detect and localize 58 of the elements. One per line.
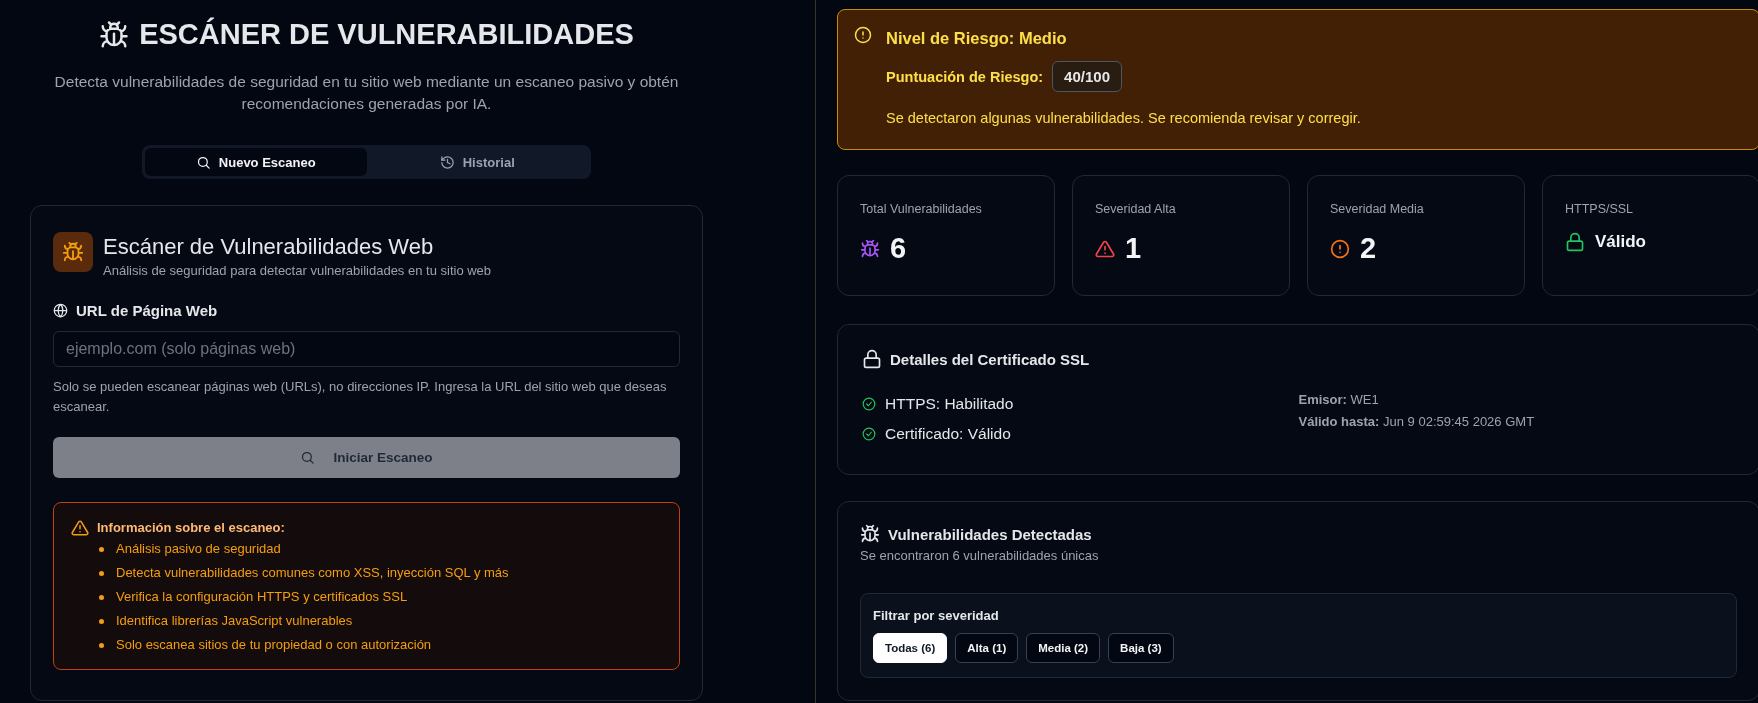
score-label: Puntuación de Riesgo:: [886, 68, 1044, 85]
info-title: Información sobre el escaneo:: [97, 519, 286, 537]
tab[interactable]: Historial: [366, 148, 588, 176]
bullet-icon: [99, 570, 104, 576]
bullet-icon: [99, 546, 104, 552]
filter-title: Filtrar por severidad: [873, 608, 1000, 623]
bullet-icon: [99, 642, 104, 648]
warning-icon: [1095, 238, 1115, 259]
globe-icon: [53, 303, 68, 318]
bug-icon: [860, 238, 880, 259]
check-label: Certificado: Válido: [885, 424, 1011, 444]
card-subtitle: Análisis de seguridad para detectar vulnerabilidades en tu sitio web: [103, 263, 492, 278]
section-subtitle: Se encontraron 6 vulnerabilidades únicas: [860, 548, 1100, 563]
stat-label: HTTPS/SSL: [1565, 202, 1635, 216]
stat-value: 2: [1360, 232, 1377, 265]
search-icon: [300, 450, 316, 465]
filter-chip[interactable]: Baja (3): [1108, 633, 1174, 663]
section-title: Vulnerabilidades Detectadas: [888, 525, 1092, 543]
stat-label: Severidad Alta: [1095, 202, 1177, 216]
card-title: Escáner de Vulnerabilidades Web: [103, 234, 435, 260]
stat-label: Total Vulnerabilidades: [860, 202, 983, 216]
field-label: URL de Página Web: [76, 302, 218, 319]
check-label: HTTPS: Habilitado: [885, 394, 1014, 414]
help-text: Solo se pueden escanear páginas web (URLs), no direcciones IP. Ingresa la URL del sitio web que deseas escanear.: [53, 378, 668, 416]
detail-text: Emisor: WE1: [1298, 391, 1380, 409]
url-input-field[interactable]: ejemplo.com (solo páginas web): [53, 331, 680, 367]
bullet-icon: [99, 618, 104, 624]
detail-text: Válido hasta: Jun 9 02:59:45 2026 GMT: [1298, 413, 1536, 431]
bullet-icon: [99, 594, 104, 600]
tab[interactable]: Nuevo Escaneo: [145, 148, 367, 176]
search-icon: [195, 154, 211, 170]
filter-chip[interactable]: Todas (6): [873, 633, 948, 663]
risk-message: Se detectaron algunas vulnerabilidades. Se recomienda revisar y corregir.: [886, 110, 1361, 126]
info-item: Detecta vulnerabilidades comunes como XSS, inyección SQL y más: [116, 564, 509, 582]
info-item: Solo escanea sitios de tu propiedad o con autorización: [116, 636, 432, 654]
history-icon: [439, 154, 455, 170]
score-badge: 40/100: [1052, 61, 1122, 92]
lock-icon: [862, 349, 882, 369]
risk-title: Nivel de Riesgo: Medio: [886, 29, 1068, 48]
section-title: Detalles del Certificado SSL: [890, 350, 1090, 368]
bug-icon: [99, 19, 130, 50]
info-item: Verifica la configuración HTTPS y certificados SSL: [116, 588, 408, 606]
stat-value: 6: [890, 232, 907, 265]
filter-chip[interactable]: Media (2): [1026, 633, 1101, 663]
info-item: Identifica librerías JavaScript vulnerables: [116, 612, 353, 630]
alert-circle-icon: [1330, 238, 1350, 259]
bug-icon: [860, 524, 880, 544]
alert-circle-icon: [854, 26, 872, 44]
stat-value: 1: [1125, 232, 1142, 265]
page-title: ESCÁNER DE VULNERABILIDADES: [99, 18, 634, 51]
stat-label: Severidad Media: [1330, 202, 1425, 216]
info-item: Análisis pasivo de seguridad: [116, 540, 281, 558]
filter-chip[interactable]: Alta (1): [955, 633, 1019, 663]
warning-icon: [71, 519, 89, 537]
lock-icon: [1565, 232, 1585, 252]
bug-icon: [53, 232, 93, 272]
page-subtitle: Detecta vulnerabilidades de seguridad en tu sitio web mediante un escaneo pasivo y obtén recomendaciones generadas por IA.: [53, 72, 680, 114]
stat-value: Válido: [1595, 232, 1646, 252]
